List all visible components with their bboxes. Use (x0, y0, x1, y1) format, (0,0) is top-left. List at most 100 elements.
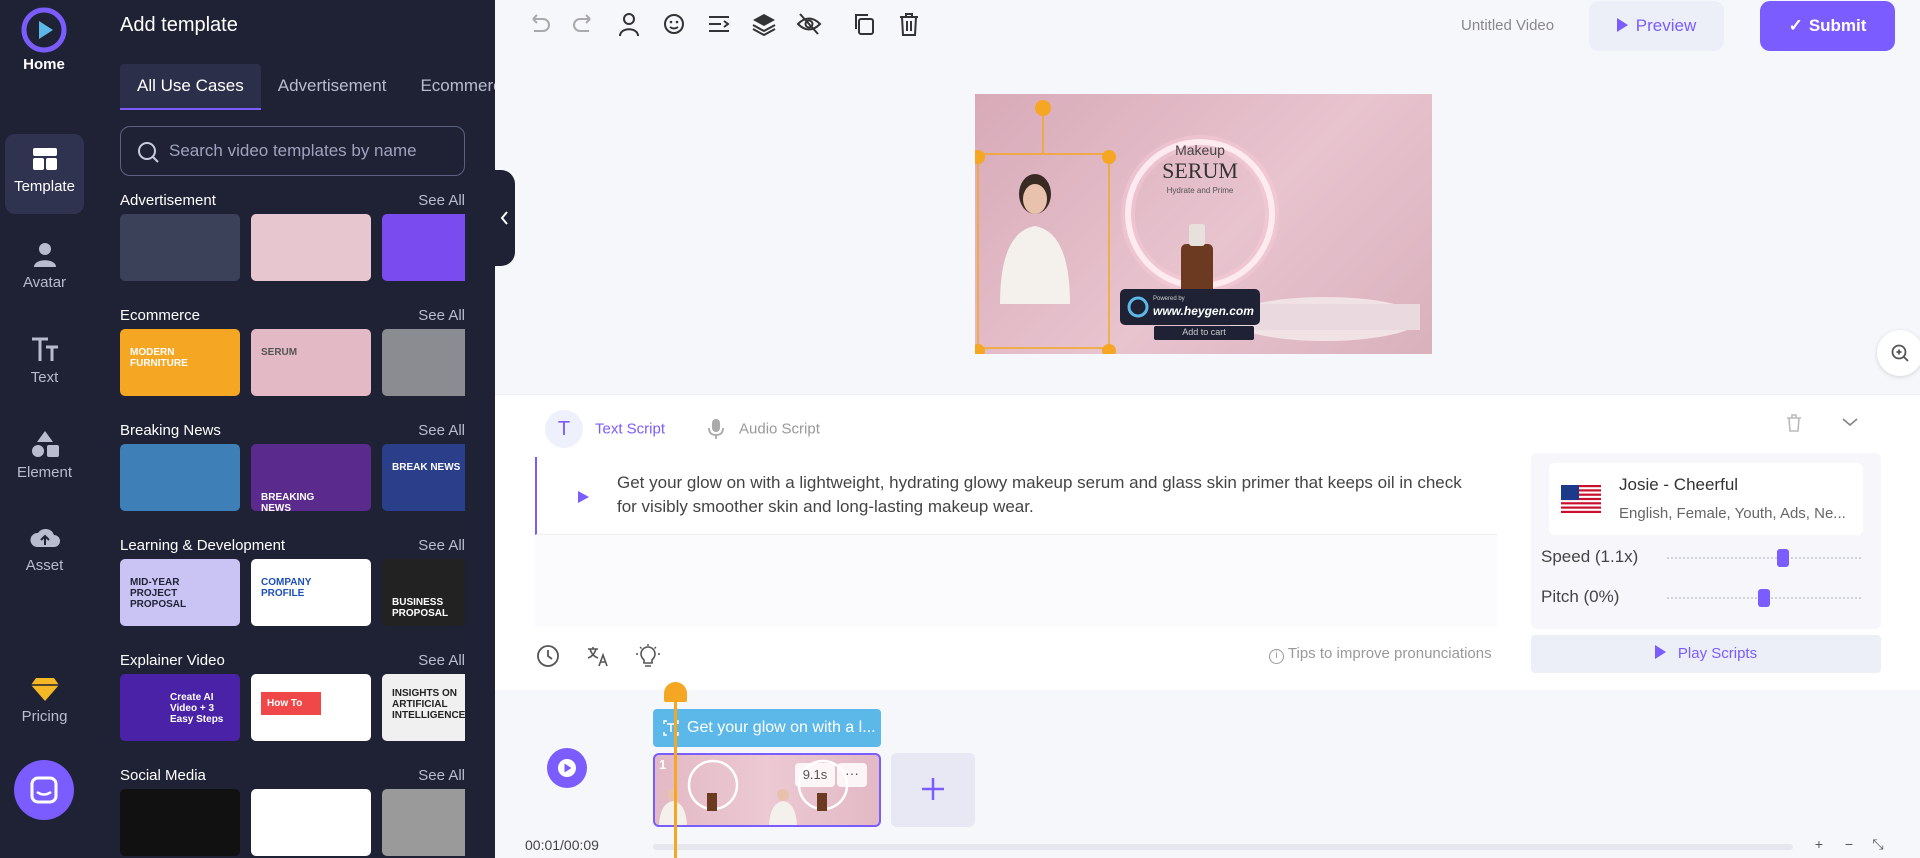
see-all-link[interactable]: See All (418, 307, 465, 324)
nav-item-template[interactable]: Template (5, 134, 84, 214)
align-icon[interactable] (705, 10, 733, 38)
pitch-label: Pitch (0%) (1541, 587, 1620, 606)
template-thumb[interactable]: Create AI Video + 3 Easy Steps (120, 674, 240, 741)
template-thumb[interactable] (120, 214, 240, 281)
timeline-play-button[interactable] (547, 748, 587, 788)
tips-link[interactable]: i Tips to improve pronunciations (1269, 645, 1492, 664)
template-thumb[interactable]: MODERN FURNITURE (120, 329, 240, 396)
see-all-link[interactable]: See All (418, 537, 465, 554)
chat-button[interactable] (14, 760, 74, 820)
thumb-caption: COMPANY PROFILE (261, 577, 312, 599)
left-nav: Home Template Avatar Text Element Asset … (0, 0, 88, 858)
nav-item-pricing[interactable]: Pricing (5, 664, 84, 744)
avatar-settings-icon[interactable] (615, 10, 643, 38)
submit-button[interactable]: ✓ Submit (1760, 1, 1895, 51)
tab-audio-script[interactable]: Audio Script (707, 418, 820, 440)
logo-icon[interactable] (20, 6, 68, 54)
template-thumb[interactable] (120, 444, 240, 511)
template-thumb[interactable]: SERUM (251, 329, 371, 396)
thumb-caption: BREAKING NEWS (261, 492, 315, 511)
voice-panel: Josie - Cheerful English, Female, Youth,… (1531, 453, 1881, 629)
template-thumb[interactable] (382, 329, 465, 396)
clip-number: 1 (659, 757, 667, 772)
section-title: Learning & Development (120, 537, 286, 554)
thumb-caption: BREAK NEWS (392, 462, 461, 473)
playhead[interactable] (664, 682, 687, 858)
template-thumb[interactable]: INSIGHTS ON ARTIFICIAL INTELLIGENCE (382, 674, 465, 741)
template-thumb[interactable] (120, 789, 240, 856)
template-thumb[interactable] (251, 789, 371, 856)
add-scene-button[interactable] (891, 753, 975, 827)
see-all-link[interactable]: See All (418, 767, 465, 784)
nav-item-text[interactable]: Text (5, 323, 84, 403)
video-canvas[interactable]: Makeup SERUM Hydrate and Prime Powered b… (975, 94, 1432, 354)
timeline-text-clip[interactable]: Get your glow on with a l... (653, 709, 881, 747)
voice-card[interactable]: Josie - Cheerful English, Female, Youth,… (1549, 463, 1863, 535)
template-thumb[interactable] (382, 214, 465, 281)
script-box: Get your glow on with a lightweight, hyd… (535, 457, 1497, 627)
undo-icon[interactable] (525, 10, 553, 38)
nav-label: Asset (25, 557, 64, 574)
element-icon (31, 431, 59, 457)
trash-icon[interactable] (1785, 413, 1803, 433)
play-line-icon[interactable] (575, 489, 591, 505)
play-scripts-button[interactable]: Play Scripts (1531, 635, 1881, 673)
pricing-icon (30, 678, 59, 701)
layers-icon[interactable] (750, 10, 778, 38)
more-icon[interactable]: ··· (837, 763, 867, 787)
tab-all-use-cases[interactable]: All Use Cases (120, 64, 261, 110)
hide-icon[interactable] (795, 10, 823, 38)
template-thumb[interactable]: BUSINESS PROPOSAL (382, 559, 465, 626)
timeline-zoom-out-icon[interactable]: − (1839, 836, 1859, 856)
script-line[interactable]: Get your glow on with a lightweight, hyd… (535, 457, 1497, 535)
template-thumb[interactable]: MID-YEAR PROJECT PROPOSAL (120, 559, 240, 626)
audio-script-label: Audio Script (739, 420, 820, 438)
timeline-zoom-in-icon[interactable]: + (1809, 836, 1829, 856)
speed-slider-knob[interactable] (1777, 549, 1790, 567)
timeline-scene-clip[interactable]: 1 9.1s ··· (653, 753, 881, 827)
script-text[interactable]: Get your glow on with a lightweight, hyd… (617, 471, 1477, 519)
text-script-icon: T (545, 410, 583, 448)
tab-text-script[interactable]: T Text Script (545, 410, 665, 448)
nav-item-avatar[interactable]: Avatar (5, 228, 84, 308)
thumb-caption: Create AI Video + 3 Easy Steps (170, 692, 224, 725)
product-line1: Makeup (1175, 142, 1225, 158)
chevron-down-icon[interactable] (1840, 415, 1860, 429)
template-thumb[interactable] (382, 789, 465, 856)
fit-timeline-icon[interactable]: ⤡ (1868, 836, 1888, 856)
nav-item-asset[interactable]: Asset (5, 513, 84, 593)
chat-icon (30, 776, 58, 804)
template-thumb[interactable] (251, 214, 371, 281)
lightbulb-icon[interactable] (635, 643, 661, 669)
tab-ecommerce[interactable]: Ecommerce (403, 64, 495, 110)
video-title[interactable]: Untitled Video (1461, 17, 1554, 34)
template-thumb[interactable]: BREAKING NEWS (251, 444, 371, 511)
translate-icon[interactable] (585, 643, 611, 669)
timeline-track[interactable] (653, 844, 1793, 850)
clock-icon[interactable] (535, 643, 561, 669)
redo-icon[interactable] (570, 10, 598, 38)
nav-home[interactable]: Home (0, 56, 88, 73)
pitch-slider-knob[interactable] (1758, 589, 1770, 607)
section-title: Social Media (120, 767, 206, 784)
zoom-button[interactable] (1877, 330, 1920, 376)
see-all-link[interactable]: See All (418, 192, 465, 209)
expression-icon[interactable] (660, 10, 688, 38)
tips-label: Tips to improve pronunciations (1287, 645, 1492, 662)
preview-button[interactable]: Preview (1589, 1, 1724, 51)
delete-icon[interactable] (895, 10, 923, 38)
pitch-slider[interactable] (1667, 589, 1861, 607)
see-all-link[interactable]: See All (418, 422, 465, 439)
search-input[interactable] (169, 139, 449, 163)
nav-item-element[interactable]: Element (5, 418, 84, 498)
cart-label: Add to cart (1182, 327, 1226, 337)
microphone-icon (708, 419, 724, 439)
speed-slider[interactable] (1667, 549, 1861, 567)
template-thumb[interactable]: BREAK NEWS (382, 444, 465, 511)
template-thumb[interactable]: COMPANY PROFILE (251, 559, 371, 626)
product-line2: SERUM (1162, 158, 1238, 183)
tab-advertisement[interactable]: Advertisement (261, 64, 404, 110)
duplicate-icon[interactable] (850, 10, 878, 38)
template-thumb[interactable]: How To (251, 674, 371, 741)
see-all-link[interactable]: See All (418, 652, 465, 669)
